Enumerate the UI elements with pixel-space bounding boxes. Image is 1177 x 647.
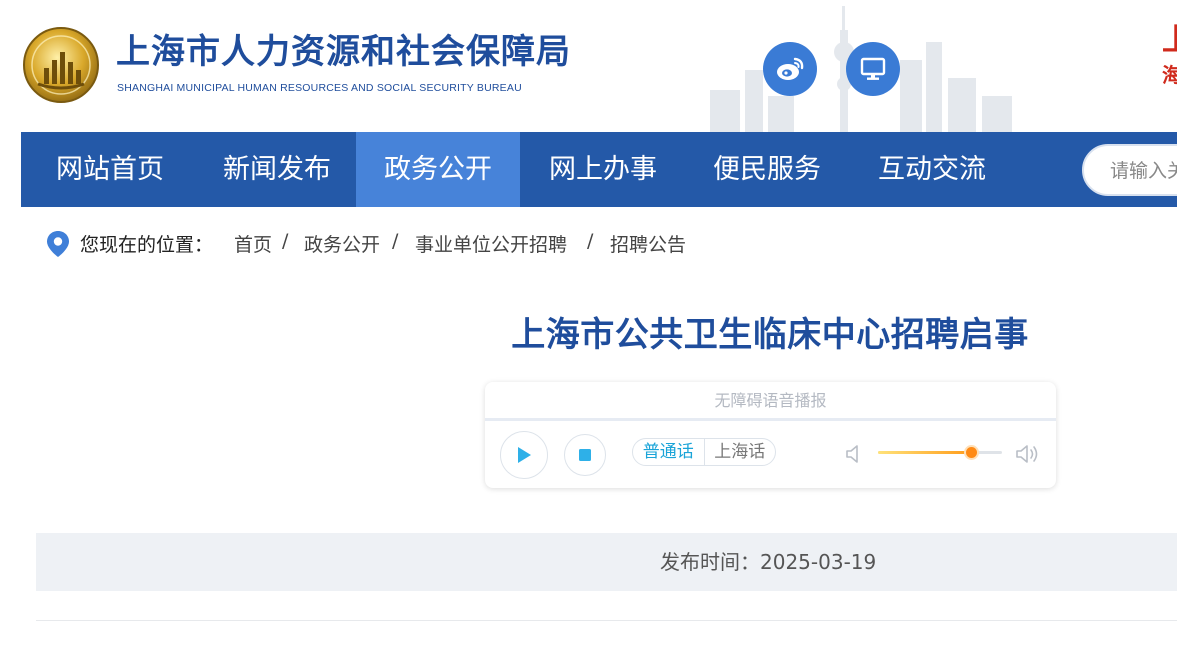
breadcrumb-home[interactable]: 首页 [234, 230, 272, 257]
main-nav: 网站首页 新闻发布 政务公开 网上办事 便民服务 互动交流 [21, 132, 1177, 207]
publish-date: 2025-03-19 [760, 550, 877, 574]
breadcrumb-government-affairs[interactable]: 政务公开 [304, 230, 380, 257]
site-title: 上海市人力资源和社会保障局 [116, 32, 571, 72]
computer-icon [860, 57, 886, 80]
emblem-logo[interactable] [20, 26, 102, 104]
content-divider [36, 620, 1177, 621]
volume-low-icon[interactable] [845, 443, 863, 465]
breadcrumb-separator: / [587, 230, 594, 252]
search-input[interactable] [1110, 158, 1177, 184]
volume-high-icon[interactable] [1015, 443, 1041, 465]
volume-knob[interactable] [966, 447, 977, 458]
dialect-switch: 普通话 上海话 [632, 438, 776, 466]
site-header: 上海市人力资源和社会保障局 SHANGHAI MUNICIPAL HUMAN R… [0, 0, 1177, 132]
nav-item-interaction[interactable]: 互动交流 [848, 132, 1016, 207]
location-pin-icon [47, 231, 69, 257]
breadcrumb-public-recruitment[interactable]: 事业单位公开招聘 [415, 230, 567, 257]
nav-item-home[interactable]: 网站首页 [21, 132, 199, 207]
player-caption: 无障碍语音播报 [485, 382, 1056, 421]
volume-slider[interactable] [878, 447, 1002, 459]
search-box [1082, 144, 1177, 196]
accessibility-audio-player: 无障碍语音播报 普通话 上海话 [485, 382, 1056, 488]
weibo-icon [777, 57, 804, 80]
stop-button[interactable] [564, 434, 606, 476]
dialect-mandarin-option[interactable]: 普通话 [633, 439, 704, 465]
play-icon [518, 447, 531, 463]
breadcrumb-prefix: 您现在的位置： [80, 234, 214, 256]
publish-info: 发布时间：2025-03-19 [660, 533, 876, 591]
weibo-button[interactable] [763, 42, 817, 96]
nav-item-news[interactable]: 新闻发布 [199, 132, 355, 207]
partial-text-2: 海 [1162, 63, 1177, 87]
play-button[interactable] [500, 431, 548, 479]
nav-item-government-affairs[interactable]: 政务公开 [356, 132, 520, 207]
publish-label: 发布时间： [660, 550, 760, 574]
breadcrumb-recruitment-notice[interactable]: 招聘公告 [610, 230, 686, 257]
stop-icon [579, 449, 591, 461]
site-subtitle: SHANGHAI MUNICIPAL HUMAN RESOURCES AND S… [117, 82, 522, 94]
dialect-shanghainese-option[interactable]: 上海话 [703, 439, 776, 465]
nav-item-online-services[interactable]: 网上办事 [520, 132, 686, 207]
article-title: 上海市公共卫生临床中心招聘启事 [511, 315, 1029, 355]
breadcrumb-separator: / [282, 230, 289, 252]
partial-text-1: 上 [1162, 24, 1177, 58]
article-meta-bar: 发布时间：2025-03-19 [36, 533, 1177, 591]
partial-header-text: 上 海 [1162, 24, 1177, 92]
pc-version-button[interactable] [846, 42, 900, 96]
volume-fill [878, 451, 971, 454]
breadcrumb-separator: / [392, 230, 399, 252]
nav-item-public-services[interactable]: 便民服务 [686, 132, 848, 207]
